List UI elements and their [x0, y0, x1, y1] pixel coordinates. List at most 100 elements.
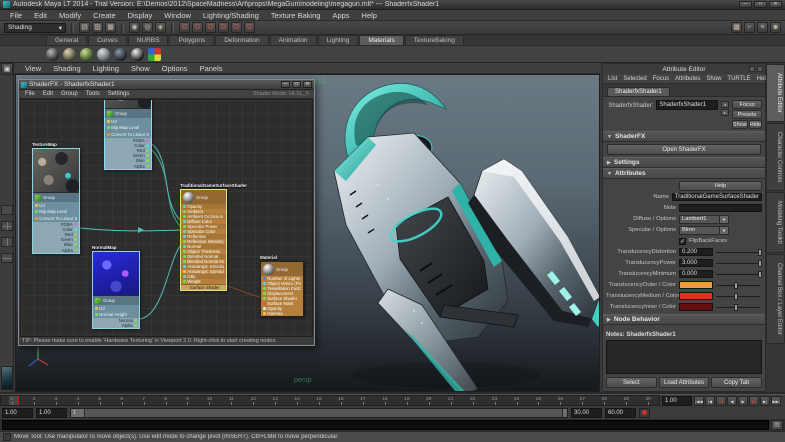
frame-tick[interactable]: 18 [374, 396, 396, 405]
ae-menu-item[interactable]: TURTLE [724, 76, 753, 82]
shelf-tab[interactable]: TextureBaking [404, 35, 464, 45]
panel-menu-item[interactable]: Shading [47, 64, 87, 73]
material-env-sphere-icon[interactable] [131, 47, 144, 61]
color-slider[interactable] [716, 292, 762, 300]
value-field[interactable]: 0.200 [679, 248, 713, 256]
ae-menu-item[interactable]: Attributes [672, 76, 703, 82]
menu-item[interactable]: Create [87, 11, 122, 20]
node-output-port[interactable]: Surface Shader [181, 284, 226, 290]
maximize-button[interactable]: □ [754, 1, 767, 8]
shelf-tab[interactable]: Curves [88, 35, 127, 45]
material-2011-sphere-icon[interactable] [63, 47, 76, 61]
select-hierarchy-icon[interactable]: ◉ [129, 22, 140, 33]
open-scene-icon[interactable]: ▨ [92, 22, 103, 33]
frame-tick[interactable]: 14 [286, 396, 308, 405]
value-slider[interactable] [716, 270, 762, 278]
flipbackfaces-checkbox[interactable]: ✓ [679, 237, 686, 245]
perspective-viewport[interactable]: persp ectX 11) ShaderFX - ShaderfxShader… [15, 74, 600, 392]
section-shaderfx[interactable]: ▼ ShaderFX [603, 131, 765, 142]
node-input-port[interactable]: Convert To Linear S [33, 215, 79, 222]
animation-end-field[interactable]: 60.00 [605, 407, 636, 418]
script-editor-icon[interactable]: ▤ [771, 420, 783, 430]
shelf-tab[interactable]: Animation [269, 35, 317, 45]
frame-tick[interactable]: 23 [484, 396, 506, 405]
next-node-icon[interactable]: ▸ [720, 109, 729, 116]
scale-tool-icon[interactable]: ▣ [1, 63, 13, 75]
shaderfx-menu-item[interactable]: Edit [39, 91, 57, 97]
shaderfx-menu-item[interactable]: Settings [104, 91, 134, 97]
menu-item[interactable]: Display [122, 11, 159, 20]
frame-tick[interactable]: 3 [45, 396, 67, 405]
snap-to-grids-icon[interactable]: Ω [179, 22, 190, 33]
hide-button[interactable]: Hide [748, 120, 762, 129]
frame-tick[interactable]: 6 [111, 396, 133, 405]
shaderfx-minimize-button[interactable]: ─ [281, 81, 290, 88]
frame-tick[interactable]: 4 [67, 396, 89, 405]
material-sample-dark-icon[interactable] [46, 47, 59, 61]
node-material[interactable]: Material Group Number of Lights Object Ve… [260, 255, 304, 317]
layout-single-pane-button[interactable] [1, 205, 13, 215]
frame-tick[interactable]: 28 [593, 396, 615, 405]
range-track[interactable]: 1 [70, 407, 568, 418]
channel-box-toggle-icon[interactable]: ≡ [757, 22, 768, 33]
shaderfx-menu-item[interactable]: Tools [82, 91, 104, 97]
node-output-port[interactable]: Alpha [33, 247, 79, 253]
frame-tick[interactable]: 19 [396, 396, 418, 405]
color-swatch[interactable] [679, 303, 713, 311]
copy-tab-button[interactable]: Copy Tab [711, 377, 763, 388]
timeline-ticks[interactable]: 1 2 3 4 5 6 7 8 9 10 11 12 13 14 15 16 17 18 19 20 21 22 23 24 2… [0, 395, 660, 406]
presets-button[interactable]: Presets [731, 110, 762, 119]
frame-selection-icon[interactable]: ⌐ [744, 22, 755, 33]
node-texturemap-2[interactable]: Group UV Mip Map Level Convert To Linear S… [104, 100, 152, 170]
ae-menu-item[interactable]: Focus [650, 76, 672, 82]
shaderfx-maximize-button[interactable]: □ [292, 81, 301, 88]
shaderfx-menu-item[interactable]: Group [57, 91, 82, 97]
sidebar-tab[interactable]: Channel Box / Layer Editor [766, 253, 785, 344]
section-attributes[interactable]: ▼ Attributes [603, 168, 765, 179]
step-back-key-button[interactable]: |◀ [716, 395, 726, 406]
node-normalmap[interactable]: NormalMap Group UV Normal Height Normal Al… [92, 245, 140, 330]
make-live-icon[interactable]: Ω [244, 22, 255, 33]
specular-options-dropdown[interactable]: Blinn ▼ [679, 225, 729, 235]
node-input-port[interactable]: Convert To Linear S [105, 131, 151, 138]
frame-tick[interactable]: 21 [440, 396, 462, 405]
new-scene-icon[interactable]: ▤ [79, 22, 90, 33]
snap-to-points-icon[interactable]: Ω [205, 22, 216, 33]
layout-two-pane-side-button[interactable] [1, 237, 13, 247]
layout-four-pane-button[interactable] [1, 221, 13, 231]
frame-tick[interactable]: 20 [418, 396, 440, 405]
step-forward-key-button[interactable]: ▶| [749, 395, 759, 406]
menu-item[interactable]: Modify [53, 11, 87, 20]
section-settings[interactable]: ▶ Settings [603, 157, 765, 168]
close-button[interactable]: ✕ [769, 1, 782, 8]
pin-icon[interactable] [749, 66, 755, 72]
load-attributes-button[interactable]: Load Attributes [658, 377, 710, 388]
ae-menu-item[interactable]: Selected [620, 76, 649, 82]
color-swatch[interactable] [679, 292, 713, 300]
frame-tick[interactable]: 24 [506, 396, 528, 405]
menu-item[interactable]: Apps [326, 11, 355, 20]
panel-menu-item[interactable]: Show [125, 64, 156, 73]
open-shaderfx-button[interactable]: Open ShaderFX [607, 144, 761, 155]
step-forward-frame-button[interactable]: ▶| [760, 395, 770, 406]
node-texturemap-1[interactable]: TextureMap Group UV Mip Map Level Convert … [32, 142, 80, 254]
menu-item[interactable]: Texture Baking [265, 11, 327, 20]
shelf-tab[interactable]: Polygons [169, 35, 215, 45]
render-view-icon[interactable]: ▩ [731, 22, 742, 33]
node-output-port[interactable]: Alpha [105, 163, 151, 169]
frame-tick[interactable]: 13 [264, 396, 286, 405]
node-input-port[interactable]: Gamma [261, 311, 303, 316]
snap-to-curves-icon[interactable]: Ω [192, 22, 203, 33]
material-camo-sphere-icon[interactable] [80, 47, 93, 61]
playback-start-field[interactable]: 1.00 [36, 407, 67, 418]
frame-tick[interactable]: 29 [615, 396, 637, 405]
name-field[interactable]: TraditionalGameSurfaceShader [671, 193, 762, 201]
shaderfx-menu-item[interactable]: File [21, 91, 39, 97]
notes-textarea[interactable] [606, 340, 762, 374]
menu-item[interactable]: Help [356, 11, 383, 20]
frame-tick[interactable]: 10 [198, 396, 220, 405]
value-field[interactable]: 3.000 [679, 259, 713, 267]
menu-item[interactable]: Edit [28, 11, 53, 20]
shaderfx-window[interactable]: ShaderFX - ShaderfxShader1 ─ □ ✕ File Edi… [18, 79, 315, 346]
menu-item[interactable]: Lighting/Shading [197, 11, 265, 20]
